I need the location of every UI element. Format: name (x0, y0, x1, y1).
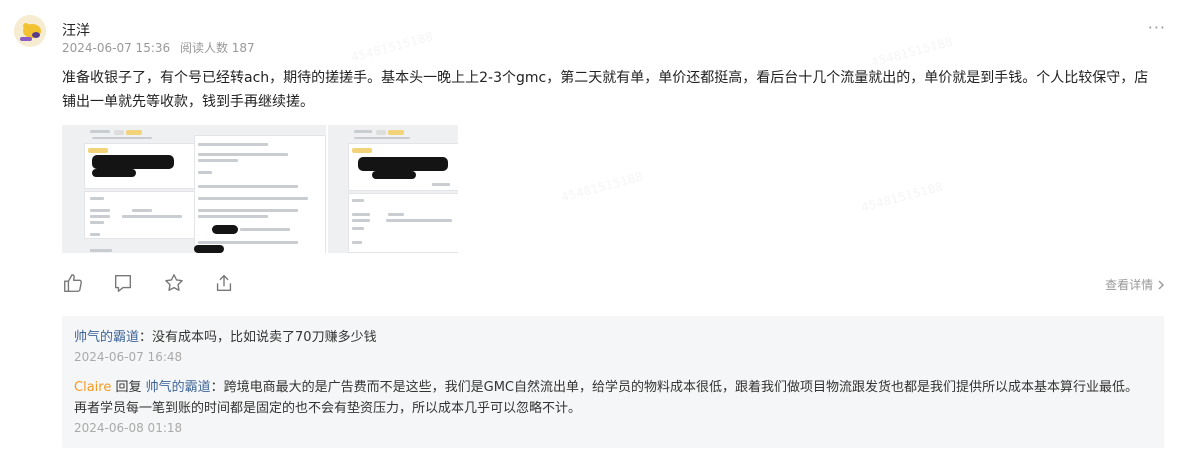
author-name[interactable]: 汪洋 (62, 20, 90, 40)
more-options-icon[interactable]: ··· (1148, 18, 1166, 37)
post-image-2[interactable] (328, 125, 458, 253)
comment-separator: ： (210, 380, 224, 395)
post-images (62, 125, 462, 253)
comment-text: 跨境电商最大的是广告费而不是这些，我们是GMC自然流出单，给学员的物料成本很低，… (74, 380, 1138, 416)
avatar-image (14, 15, 46, 47)
comment-button[interactable] (112, 272, 136, 296)
comment-separator: ： (139, 330, 153, 345)
watermark: 45481515188 (350, 29, 435, 64)
avatar[interactable] (14, 15, 46, 47)
like-button[interactable] (62, 272, 86, 296)
share-button[interactable] (213, 272, 237, 296)
watermark: 45481515188 (560, 169, 645, 204)
thumbs-up-icon (64, 274, 82, 292)
view-detail-label: 查看详情 (1105, 278, 1154, 292)
view-detail-link[interactable]: 查看详情 (1105, 276, 1165, 293)
comment-time: 2024-06-07 16:48 (74, 350, 183, 364)
comment-icon (114, 274, 132, 292)
reply-to-author[interactable]: 帅气的霸道 (146, 380, 211, 395)
comment-section: 帅气的霸道：没有成本吗，比如说卖了70刀赚多少钱 2024-06-07 16:4… (62, 316, 1164, 448)
comment-author[interactable]: 帅气的霸道 (74, 330, 139, 345)
post-content: 准备收银子了，有个号已经转ach，期待的搓搓手。基本头一晚上上2-3个gmc，第… (62, 70, 1149, 110)
share-icon (216, 274, 232, 292)
view-count: 阅读人数 187 (179, 41, 255, 55)
post-image-1[interactable] (62, 125, 326, 253)
watermark: 45481515188 (870, 34, 955, 69)
chevron-right-icon (1158, 280, 1164, 290)
post-date: 2024-06-07 15:36 (62, 41, 171, 55)
star-icon (165, 274, 183, 291)
comment-body: Claire 回复 帅气的霸道：跨境电商最大的是广告费而不是这些，我们是GMC自… (74, 377, 1146, 419)
reply-word: 回复 (111, 380, 146, 395)
comment-author[interactable]: Claire (74, 380, 111, 395)
comment-item: Claire 回复 帅气的霸道：跨境电商最大的是广告费而不是这些，我们是GMC自… (74, 377, 1146, 436)
post-meta: 2024-06-07 15:36 阅读人数 187 (62, 39, 261, 56)
comment-body: 帅气的霸道：没有成本吗，比如说卖了70刀赚多少钱 (74, 327, 1146, 348)
comment-text: 没有成本吗，比如说卖了70刀赚多少钱 (152, 330, 377, 345)
watermark: 45481515188 (860, 179, 945, 214)
comment-time: 2024-06-08 01:18 (74, 421, 183, 435)
comment-item: 帅气的霸道：没有成本吗，比如说卖了70刀赚多少钱 2024-06-07 16:4… (74, 327, 1146, 365)
favorite-button[interactable] (163, 272, 187, 296)
